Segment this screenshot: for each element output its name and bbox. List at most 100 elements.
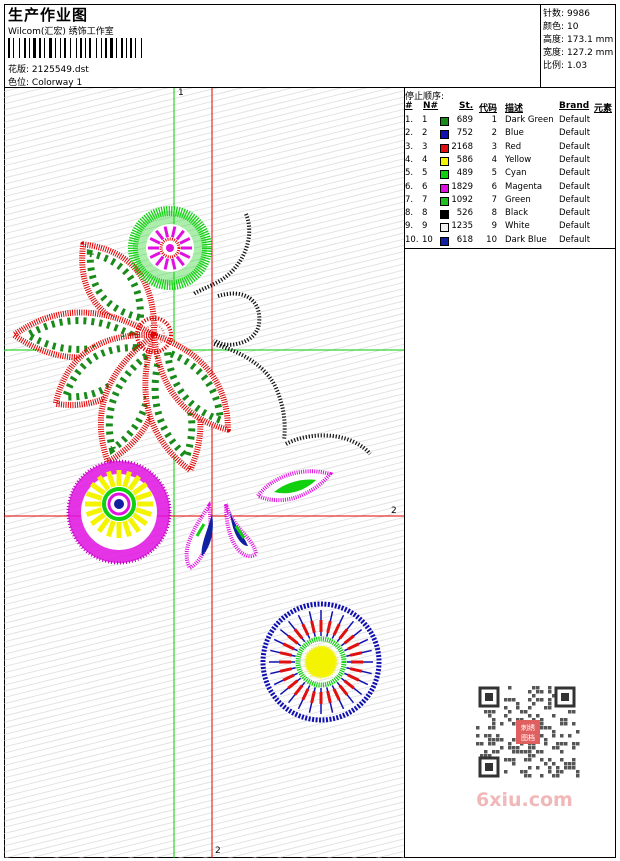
table-row: 9. 9 1235 9 White Default — [405, 221, 616, 234]
row-needle: 7 — [422, 194, 428, 205]
row-description: Blue — [505, 128, 524, 139]
row-stitches: 489 — [456, 168, 473, 179]
row-code: 10 — [486, 234, 497, 245]
col-header-needle: N# — [423, 101, 439, 111]
row-code: 1 — [491, 115, 497, 125]
design-file-value: 2125549.dst — [31, 65, 89, 75]
row-description: Dark Blue — [505, 234, 547, 245]
row-needle: 5 — [422, 168, 428, 179]
table-row: 5. 5 489 5 Cyan Default — [405, 168, 616, 181]
row-code: 7 — [491, 194, 497, 205]
stat-label: 针数: — [543, 9, 565, 19]
row-description: Black — [505, 208, 528, 219]
row-brand: Default — [559, 234, 591, 245]
row-index: 3. — [405, 141, 414, 152]
row-brand: Default — [559, 194, 591, 205]
row-index: 8. — [405, 208, 414, 219]
stat-row: 针数: 9986 — [543, 6, 590, 19]
stat-row: 颜色: 10 — [543, 19, 579, 32]
color-swatch — [440, 170, 449, 180]
design-canvas: 1 2 2 — [4, 88, 405, 858]
svg-text:刺绣: 刺绣 — [521, 723, 535, 732]
stat-label: 比例: — [543, 61, 565, 71]
row-brand: Default — [559, 141, 591, 152]
row-code: 4 — [491, 154, 497, 165]
col-header-brand: Brand — [559, 101, 590, 111]
stat-label: 颜色: — [543, 22, 565, 32]
stat-row: 高度: 173.1 mm — [543, 32, 613, 45]
col-header-code: 代码 — [479, 104, 498, 114]
row-brand: Default — [559, 128, 591, 139]
design-file-label: 花版: — [8, 65, 30, 75]
table-row: 10. 10 618 10 Dark Blue Default — [405, 235, 616, 248]
row-brand: Default — [559, 168, 591, 179]
design-file-row: 花版: 2125549.dst — [8, 62, 89, 75]
barcode — [8, 38, 142, 58]
stat-value: 9986 — [567, 9, 590, 19]
row-description: Yellow — [505, 154, 532, 165]
row-description: Cyan — [505, 168, 527, 179]
stat-label: 高度: — [543, 35, 565, 45]
row-index: 9. — [405, 221, 414, 232]
colorway-value: Colorway 1 — [31, 78, 83, 88]
color-swatch — [440, 236, 449, 246]
table-row: 2. 2 752 2 Blue Default — [405, 128, 616, 141]
svg-text:图档: 图档 — [521, 733, 535, 742]
embroidery-design — [4, 88, 404, 858]
row-index: 5. — [405, 168, 414, 179]
row-index: 6. — [405, 181, 414, 192]
row-stitches: 1092 — [451, 194, 473, 205]
row-brand: Default — [559, 221, 591, 232]
row-code: 8 — [491, 208, 497, 219]
axis-label-v2: 2 — [215, 846, 221, 856]
row-index: 2. — [405, 128, 414, 139]
right-leaf — [254, 469, 334, 503]
stat-label: 宽度: — [543, 48, 565, 58]
row-description: White — [505, 221, 530, 232]
design-stats: 针数: 9986 颜色: 10 高度: 173.1 mm 宽度: 127.2 mm 比例: 1.0… — [540, 4, 616, 88]
color-swatch — [440, 130, 449, 140]
row-code: 6 — [491, 181, 497, 192]
row-index: 4. — [405, 154, 414, 165]
qr-code-watermark: 刺绣 图档 — [472, 682, 582, 782]
color-swatch — [440, 196, 449, 206]
row-brand: Default — [559, 181, 591, 192]
row-code: 5 — [491, 168, 497, 179]
magenta-yellow-flower — [66, 459, 172, 565]
row-brand: Default — [559, 154, 591, 165]
color-swatch — [440, 183, 449, 193]
row-index: 10. — [405, 234, 419, 245]
row-stitches: 1235 — [451, 221, 473, 232]
page-title: 生产作业图 — [8, 6, 89, 24]
row-stitches: 1829 — [451, 181, 473, 192]
row-code: 9 — [491, 221, 497, 232]
row-description: Dark Green — [505, 115, 554, 125]
header-info: 生产作业图 Wilcom(汇宏) 绣饰工作室 花版: 2125549.dst 色… — [4, 4, 540, 88]
row-needle: 2 — [422, 128, 428, 139]
stat-value: 173.1 mm — [567, 35, 614, 45]
row-stitches: 689 — [456, 115, 473, 125]
axis-label-h2: 2 — [391, 506, 397, 516]
row-stitches: 586 — [456, 154, 473, 165]
row-index: 7. — [405, 194, 414, 205]
row-stitches: 526 — [456, 208, 473, 219]
row-brand: Default — [559, 208, 591, 219]
row-needle: 6 — [422, 181, 428, 192]
table-row: 7. 7 1092 7 Green Default — [405, 195, 616, 208]
color-swatch — [440, 223, 449, 233]
col-header-element: 元素 — [594, 104, 613, 114]
green-ring-flower — [128, 206, 212, 290]
table-row: 1. 1 689 1 Dark Green Default — [405, 115, 616, 128]
row-needle: 8 — [422, 208, 428, 219]
bud-leaves — [184, 500, 259, 571]
studio-name: Wilcom(汇宏) 绣饰工作室 — [8, 27, 114, 37]
stat-value: 1.03 — [567, 61, 588, 71]
table-divider — [405, 248, 616, 249]
row-stitches: 2168 — [451, 141, 473, 152]
table-row: 4. 4 586 4 Yellow Default — [405, 155, 616, 168]
blue-red-daisy — [260, 601, 382, 723]
stat-row: 比例: 1.03 — [543, 58, 587, 71]
row-description: Green — [505, 194, 531, 205]
row-description: Red — [505, 141, 522, 152]
row-needle: 4 — [422, 154, 428, 165]
